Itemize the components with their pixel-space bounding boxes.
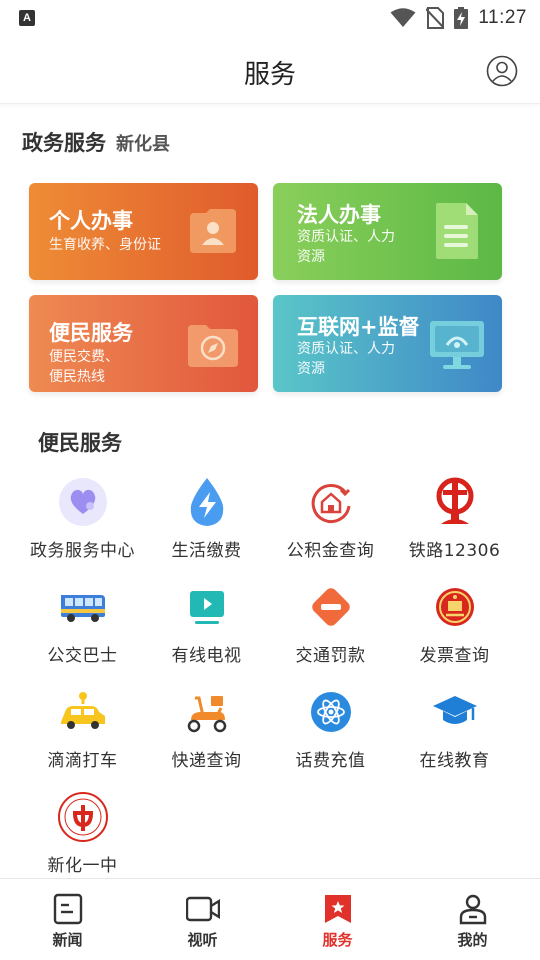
service-label: 发票查询 <box>419 646 490 666</box>
nav-tab-news[interactable]: 新闻 <box>0 879 135 960</box>
drop-bolt-icon <box>190 478 224 526</box>
document-icon <box>436 203 478 259</box>
service-online-education[interactable]: 在线教育 <box>392 680 517 775</box>
emblem-icon <box>436 588 474 626</box>
nav-label: 服务 <box>322 931 353 949</box>
nav-label: 我的 <box>457 931 488 949</box>
news-icon <box>53 893 82 925</box>
taxi-icon <box>61 692 105 729</box>
person-icon <box>459 894 486 925</box>
battery-charging-icon <box>454 7 469 29</box>
video-icon <box>185 896 220 922</box>
card-title: 便民服务 <box>49 321 133 345</box>
service-label: 生活缴费 <box>171 541 242 561</box>
service-label: 有线电视 <box>171 646 242 666</box>
nav-label: 视听 <box>187 931 218 949</box>
atom-icon <box>311 692 351 732</box>
service-cable-tv[interactable]: 有线电视 <box>144 575 269 670</box>
card-civil-services[interactable]: 便民服务 便民交费、 便民热线 <box>29 295 258 392</box>
card-personal-affairs[interactable]: 个人办事 生育收养、身份证 <box>29 183 258 280</box>
card-title: 个人办事 <box>49 209 133 233</box>
tv-icon <box>190 591 224 624</box>
card-subtitle-line: 生育收养、身份证 <box>49 237 161 253</box>
card-subtitle: 便民交费、 便民热线 <box>49 347 119 387</box>
service-utility-payment[interactable]: 生活缴费 <box>144 470 269 565</box>
status-icons: 11:27 <box>390 7 527 29</box>
school-seal-icon <box>58 792 108 842</box>
service-express-query[interactable]: 快递查询 <box>144 680 269 775</box>
card-subtitle: 资质认证、人力 资源 <box>297 339 395 379</box>
service-invoice-query[interactable]: 发票查询 <box>392 575 517 670</box>
gov-section-header: 政务服务 新化县 <box>22 127 170 157</box>
service-label: 快递查询 <box>171 751 242 771</box>
convenience-section-title: 便民服务 <box>38 431 122 455</box>
service-label: 政务服务中心 <box>30 541 135 561</box>
nav-label: 新闻 <box>52 931 83 949</box>
service-label: 话费充值 <box>295 751 366 771</box>
monitor-icon <box>430 321 484 369</box>
no-entry-icon <box>312 588 350 626</box>
wifi-icon <box>390 8 416 27</box>
service-label: 铁路12306 <box>408 541 501 561</box>
service-label: 公交巴士 <box>47 646 118 666</box>
service-railway-12306[interactable]: 铁路12306 <box>392 470 517 565</box>
service-gov-center[interactable]: 政务服务中心 <box>20 470 145 565</box>
card-subtitle: 生育收养、身份证 <box>49 235 161 255</box>
service-didi-taxi[interactable]: 滴滴打车 <box>20 680 145 775</box>
service-label: 公积金查询 <box>286 541 375 561</box>
graduation-cap-icon <box>433 696 477 724</box>
status-bar: A 11:27 <box>0 0 540 36</box>
service-bookmark-icon <box>324 895 351 923</box>
page-title: 服务 <box>243 60 296 90</box>
service-traffic-fines[interactable]: 交通罚款 <box>268 575 393 670</box>
service-label: 在线教育 <box>419 751 490 771</box>
card-subtitle-line: 资质认证、人力 <box>297 341 395 357</box>
card-subtitle-line: 资质认证、人力 <box>297 229 395 245</box>
clock: 11:27 <box>478 7 527 28</box>
card-internet-supervision[interactable]: 互联网+监督 资质认证、人力 资源 <box>273 295 502 392</box>
card-subtitle-line: 资源 <box>297 361 325 377</box>
card-subtitle-line: 便民交费、 <box>49 349 119 365</box>
house-fund-icon <box>311 484 351 523</box>
scooter-icon <box>187 696 227 733</box>
nav-tab-service[interactable]: 服务 <box>270 879 405 960</box>
nav-tab-video[interactable]: 视听 <box>135 879 270 960</box>
service-label: 新化一中 <box>47 856 118 876</box>
region-selector[interactable]: 新化县 <box>116 130 170 156</box>
card-subtitle: 资质认证、人力 资源 <box>297 227 395 267</box>
bus-icon <box>61 595 105 622</box>
nav-tab-mine[interactable]: 我的 <box>405 879 540 960</box>
no-sim-icon <box>426 7 445 29</box>
card-subtitle-line: 便民热线 <box>49 369 105 385</box>
profile-icon[interactable] <box>486 55 518 87</box>
service-bus[interactable]: 公交巴士 <box>20 575 145 670</box>
id-card-icon <box>190 209 236 253</box>
card-legal-affairs[interactable]: 法人办事 资质认证、人力 资源 <box>273 183 502 280</box>
top-bar: 服务 <box>0 36 540 104</box>
service-label: 交通罚款 <box>295 646 366 666</box>
service-xinhua-no1-school[interactable]: 新化一中 <box>20 785 145 880</box>
card-subtitle-line: 资源 <box>297 249 325 265</box>
app-notification-icon: A <box>19 10 35 26</box>
service-label: 滴滴打车 <box>47 751 118 771</box>
folder-compass-icon <box>188 325 238 367</box>
service-phone-recharge[interactable]: 话费充值 <box>268 680 393 775</box>
heart-icon <box>59 478 107 526</box>
railway-icon <box>436 477 474 524</box>
card-title: 法人办事 <box>297 203 381 227</box>
service-housing-fund[interactable]: 公积金查询 <box>268 470 393 565</box>
gov-section-title: 政务服务 <box>22 131 106 155</box>
bottom-nav: 新闻 视听 服务 我的 <box>0 878 540 960</box>
card-title: 互联网+监督 <box>297 315 420 339</box>
